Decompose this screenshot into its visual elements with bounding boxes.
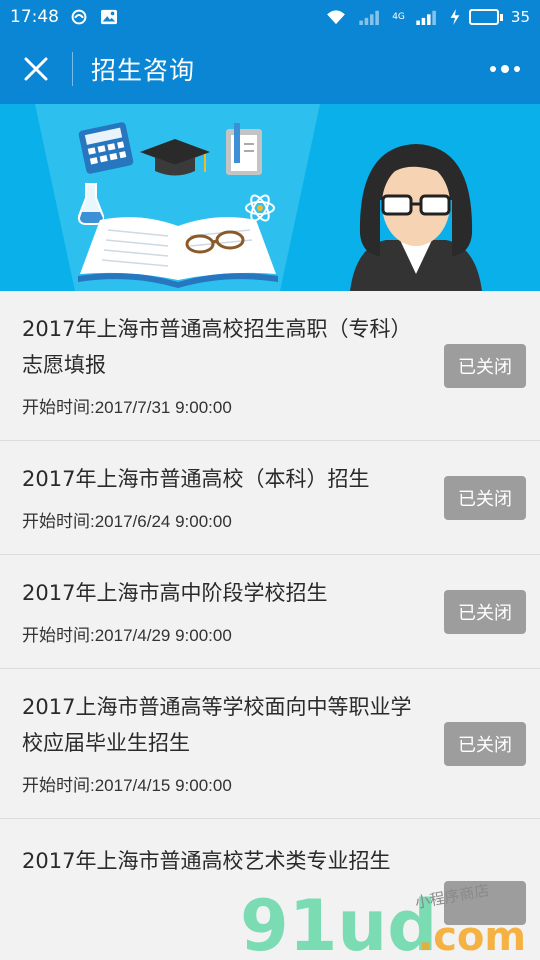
- open-book-icon: [78, 217, 278, 288]
- wifi-icon: [327, 10, 346, 25]
- status-button[interactable]: [444, 881, 526, 925]
- clipboard-icon: [226, 123, 262, 175]
- list-item[interactable]: 2017年上海市普通高校艺术类专业招生: [0, 819, 540, 925]
- education-illustration: [35, 104, 482, 291]
- enrollment-list: 2017年上海市普通高校招生高职（专科）志愿填报 开始时间:2017/7/31 …: [0, 291, 540, 925]
- list-item[interactable]: 2017年上海市普通高校（本科）招生 开始时间:2017/6/24 9:00:0…: [0, 441, 540, 555]
- item-start-time: 开始时间:2017/7/31 9:00:00: [22, 398, 232, 417]
- closed-status-button[interactable]: 已关闭: [444, 721, 526, 766]
- status-bar: 17:48 4G 35: [0, 0, 540, 34]
- close-button[interactable]: [18, 51, 54, 87]
- battery-percentage: 35: [510, 8, 530, 26]
- charging-icon: [450, 9, 460, 25]
- item-title: 2017年上海市高中阶段学校招生: [22, 581, 328, 605]
- battery-icon: [468, 9, 503, 25]
- item-start-time: 开始时间:2017/4/15 9:00:00: [22, 776, 232, 795]
- closed-status-button[interactable]: 已关闭: [444, 589, 526, 634]
- list-item[interactable]: 2017上海市普通高等学校面向中等职业学校应届毕业生招生 开始时间:2017/4…: [0, 669, 540, 819]
- network-type-label: 4G: [392, 12, 405, 22]
- item-title: 2017年上海市普通高校招生高职（专科）志愿填报: [22, 317, 412, 377]
- item-title: 2017年上海市普通高校（本科）招生: [22, 467, 370, 491]
- banner-image: [0, 104, 540, 291]
- image-notification-icon: [101, 9, 117, 25]
- item-start-time: 开始时间:2017/6/24 9:00:00: [22, 512, 232, 531]
- more-dot-icon: [501, 65, 509, 73]
- more-dot-icon: [490, 66, 496, 72]
- closed-status-button[interactable]: 已关闭: [444, 343, 526, 388]
- close-icon: [24, 57, 48, 81]
- item-title: 2017年上海市普通高校艺术类专业招生: [22, 849, 391, 873]
- more-dot-icon: [514, 66, 520, 72]
- list-item[interactable]: 2017年上海市高中阶段学校招生 开始时间:2017/4/29 9:00:00 …: [0, 555, 540, 669]
- status-time: 17:48: [10, 7, 59, 27]
- signal-sim1-icon: [359, 10, 380, 25]
- signal-sim2-icon: [416, 10, 436, 25]
- nav-bar: 招生咨询: [0, 34, 540, 104]
- more-options-button[interactable]: [488, 57, 522, 81]
- nav-divider: [72, 52, 73, 86]
- app-notification-icon: [71, 9, 87, 25]
- list-item[interactable]: 2017年上海市普通高校招生高职（专科）志愿填报 开始时间:2017/7/31 …: [0, 291, 540, 441]
- page-title: 招生咨询: [91, 56, 196, 85]
- teacher-avatar: [350, 144, 482, 291]
- closed-status-button[interactable]: 已关闭: [444, 475, 526, 520]
- item-start-time: 开始时间:2017/4/29 9:00:00: [22, 626, 232, 645]
- item-title: 2017上海市普通高等学校面向中等职业学校应届毕业生招生: [22, 695, 412, 755]
